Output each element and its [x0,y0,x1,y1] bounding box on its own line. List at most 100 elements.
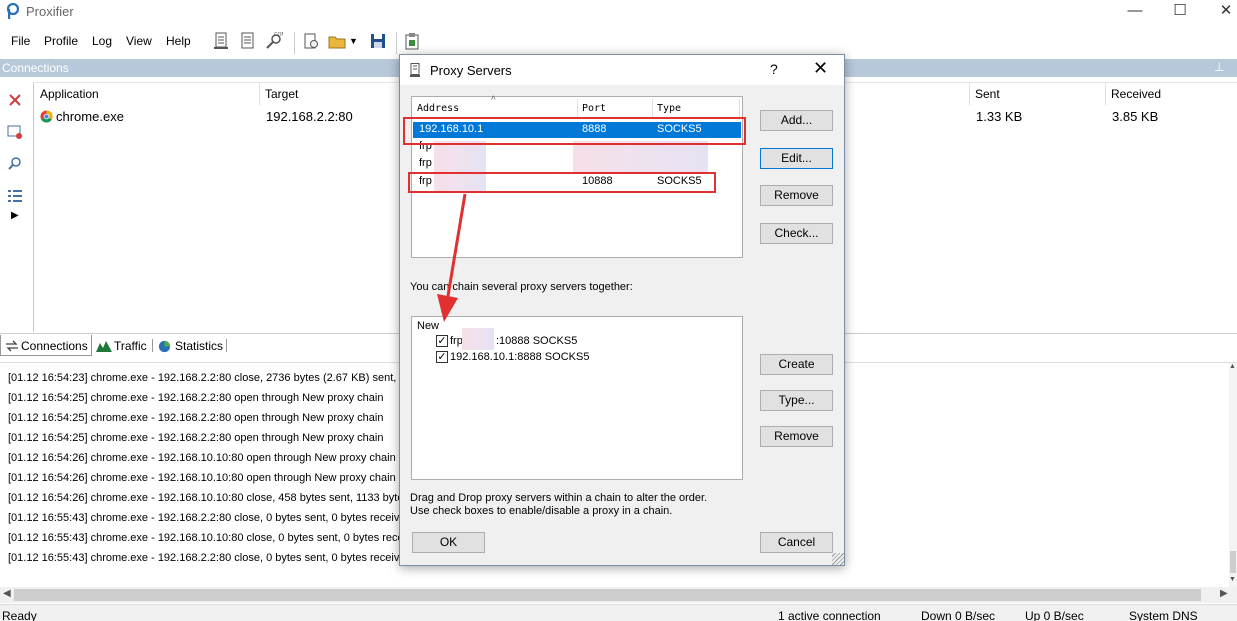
scroll-right-arrow-icon[interactable]: ▶ [1220,588,1228,599]
clipboard-icon[interactable] [403,32,421,50]
log-line: [01.12 16:54:23] chrome.exe - 192.168.2.… [8,372,424,384]
name-resolution-icon[interactable]: COM [265,32,283,50]
tab-connections[interactable]: Connections [0,335,92,356]
status-download-rate: Down 0 B/sec [921,609,996,621]
column-header-application[interactable]: Application [40,87,99,101]
status-ready: Ready [2,609,37,621]
proxy-servers-icon[interactable] [212,32,230,50]
save-icon[interactable] [369,32,387,50]
chain-item-checkbox[interactable]: ✓ [436,351,448,363]
traffic-chart-icon [96,341,112,352]
column-separator[interactable] [969,83,970,105]
statistics-pie-icon [158,340,171,353]
log-vertical-scrollbar[interactable]: ▲ ▼ [1229,363,1237,588]
menu-view[interactable]: View [126,34,152,48]
check-button[interactable]: Check... [760,223,833,244]
tab-label: Connections [21,339,88,353]
menu-log[interactable]: Log [92,34,112,48]
chain-item-checkbox[interactable]: ✓ [436,335,448,347]
log-scroll-thumb[interactable] [1230,551,1236,573]
toolbar-separator [294,32,295,54]
annotation-arrow-icon [437,193,467,322]
svg-text:COM: COM [274,32,283,38]
proxy-chain-list[interactable]: New ✓ frp :10888 SOCKS5 ✓ 192.168.10.1:8… [411,316,743,480]
window-title: Proxifier [26,4,74,19]
new-profile-icon[interactable] [302,32,320,50]
find-icon[interactable] [7,156,23,172]
tab-separator [226,339,227,352]
scroll-up-arrow-icon[interactable]: ▲ [1229,363,1236,370]
scroll-down-arrow-icon[interactable]: ▼ [1229,576,1236,583]
chain-type-button[interactable]: Type... [760,390,833,411]
maximize-button[interactable]: ☐ [1157,0,1203,25]
remove-server-button[interactable]: Remove [760,185,833,206]
row-target: 192.168.2.2:80 [266,109,353,124]
annotation-highlight-box [403,117,746,145]
scroll-left-arrow-icon[interactable]: ◀ [3,588,11,599]
column-separator[interactable] [652,99,653,117]
cancel-button[interactable]: Cancel [760,532,833,553]
chain-item-text: :10888 SOCKS5 [496,335,578,347]
side-toolbar: ▶ [0,78,32,333]
log-line: [01.12 16:54:26] chrome.exe - 192.168.10… [8,452,396,464]
row-sent: 1.33 KB [976,109,1023,124]
expand-arrow-icon[interactable]: ▶ [11,210,19,221]
connections-icon [6,340,18,352]
ok-button[interactable]: OK [412,532,485,553]
toolbar-separator [396,32,397,54]
status-dns: System DNS [1129,609,1198,621]
sort-ascending-icon: ^ [491,95,496,106]
close-button[interactable]: ✕ [1203,0,1237,25]
log-line: [01.12 16:54:25] chrome.exe - 192.168.2.… [8,412,384,424]
minimize-button[interactable]: — [1112,0,1158,25]
status-active-connections: 1 active connection [778,609,881,621]
tab-statistics[interactable]: Statistics [156,335,226,356]
column-header-port[interactable]: Port [582,103,606,114]
tab-label: Traffic [114,339,147,353]
column-header-received[interactable]: Received [1111,87,1161,101]
column-header-target[interactable]: Target [265,87,298,101]
menu-help[interactable]: Help [166,34,191,48]
list-view-icon[interactable] [7,188,23,204]
column-header-sent[interactable]: Sent [975,87,1000,101]
log-line: [01.12 16:54:26] chrome.exe - 192.168.10… [8,492,416,504]
column-header-address[interactable]: Address [417,103,459,114]
close-connection-icon[interactable] [7,92,23,108]
menu-file[interactable]: File [11,34,30,48]
column-separator[interactable] [577,99,578,117]
server-address: frp [419,157,432,169]
menu-profile[interactable]: Profile [44,34,78,48]
proxification-rules-icon[interactable] [239,32,257,50]
column-header-type[interactable]: Type [657,103,681,114]
pin-icon[interactable]: ⊥ [1214,60,1224,74]
redacted-region [573,141,708,173]
log-horizontal-scrollbar[interactable]: ◀ ▶ [0,587,1237,603]
tab-label: Statistics [175,339,224,353]
column-separator[interactable] [1105,83,1106,105]
add-button[interactable]: Add... [760,110,833,131]
status-bar: Ready 1 active connection Down 0 B/sec U… [0,604,1237,621]
horizontal-scroll-thumb[interactable] [14,589,1201,601]
chain-item[interactable]: ✓ frp :10888 SOCKS5 [434,328,734,350]
dialog-close-button[interactable]: ✕ [813,58,828,79]
chain-item[interactable]: ✓ 192.168.10.1:8888 SOCKS5 [434,350,734,365]
window-close-icon[interactable] [7,124,23,140]
edit-button[interactable]: Edit... [760,148,833,169]
window-titlebar: Proxifier — ☐ ✕ [0,0,1237,25]
help-button[interactable]: ? [770,61,778,77]
log-line: [01.12 16:55:43] chrome.exe - 192.168.2.… [8,552,415,564]
hint-drag-drop: Drag and Drop proxy servers within a cha… [410,492,708,504]
remove-chain-button[interactable]: Remove [760,426,833,447]
status-upload-rate: Up 0 B/sec [1025,609,1084,621]
open-folder-icon[interactable] [328,32,346,50]
column-separator[interactable] [259,83,260,105]
chevron-down-icon[interactable]: ▼ [349,36,358,46]
tab-traffic[interactable]: Traffic [96,335,154,356]
column-separator[interactable] [739,99,740,117]
dialog-title: Proxy Servers [430,63,512,78]
create-chain-button[interactable]: Create [760,354,833,375]
row-received: 3.85 KB [1112,109,1159,124]
log-line: [01.12 16:54:25] chrome.exe - 192.168.2.… [8,432,384,444]
dialog-titlebar[interactable]: Proxy Servers ? ✕ [400,55,844,85]
resize-grip-icon[interactable] [832,553,844,565]
